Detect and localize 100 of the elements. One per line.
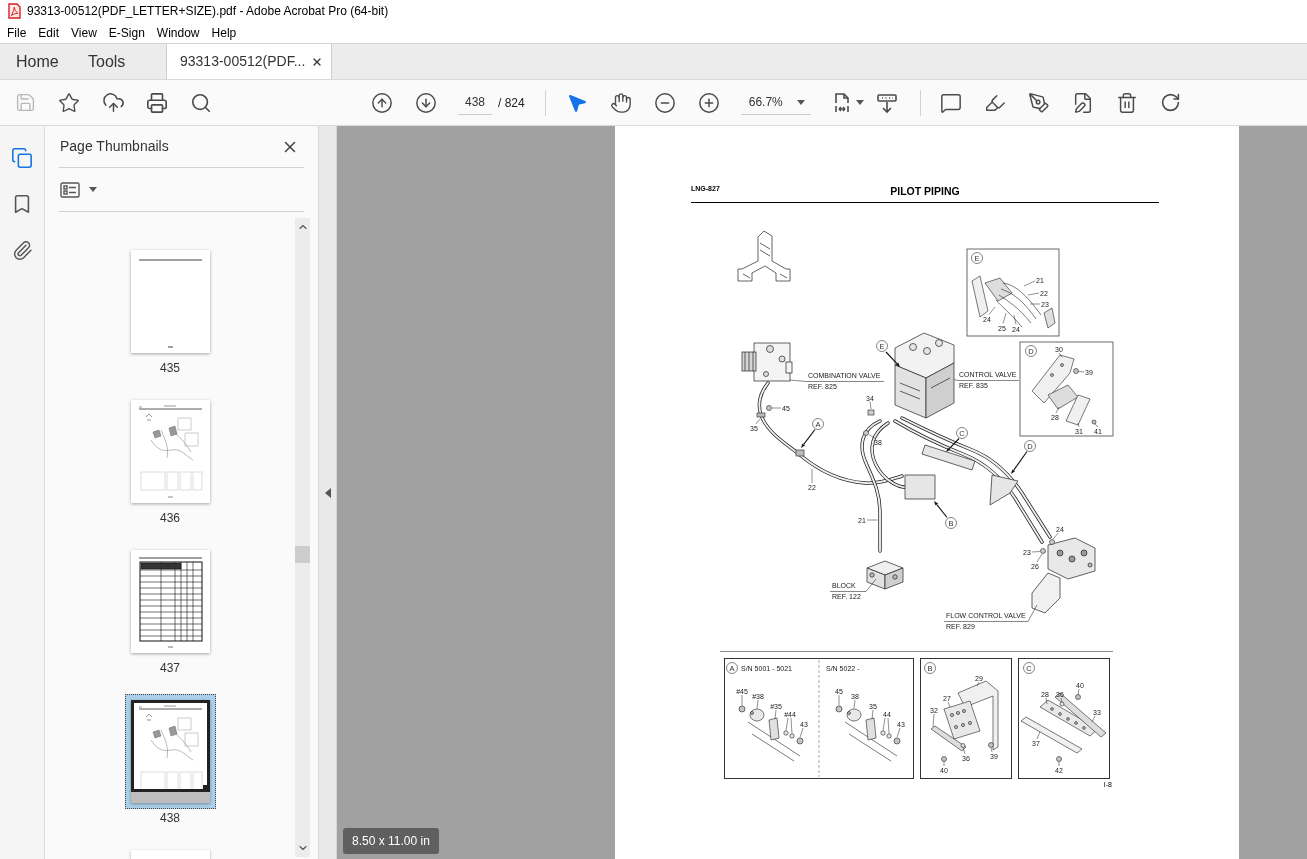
leader-line [811, 468, 813, 484]
leader-line [988, 306, 996, 315]
nut [835, 705, 843, 713]
zoom-dropdown[interactable]: 66.7% [740, 90, 811, 115]
tab[interactable]: 93313-00512(PDF... [166, 44, 332, 79]
leader-line [869, 401, 872, 410]
nut [988, 742, 994, 748]
menu-item[interactable]: Edit [38, 25, 60, 40]
leader-line [1094, 423, 1099, 428]
page-number-label: 436 [160, 511, 180, 525]
zoom-in-icon [697, 91, 720, 114]
collapse-arrow-icon[interactable] [324, 487, 331, 498]
menu-item[interactable]: File [7, 25, 27, 40]
page-number-field[interactable]: 438 [458, 90, 492, 115]
leader-arrow [946, 437, 960, 452]
hydraulic-hose [1002, 282, 1042, 316]
leader-line [871, 709, 874, 720]
leader-line [868, 434, 876, 439]
leader-line [990, 747, 993, 753]
mounting-bracket [1031, 354, 1075, 404]
leader-line [774, 709, 777, 720]
leader-line [1055, 406, 1060, 414]
scroll-mode-icon [875, 91, 898, 114]
leader-line [1077, 422, 1080, 428]
leader-line [947, 701, 951, 708]
leader-line [1078, 371, 1085, 373]
menu-item[interactable]: Window [156, 25, 200, 40]
leader-line [1023, 280, 1036, 287]
mounting-bracket [989, 474, 1019, 506]
hose-clamp [795, 449, 805, 457]
leader-line [799, 727, 804, 738]
hydraulic-block [866, 560, 904, 590]
nut [1056, 756, 1062, 762]
pen-nib-icon [1027, 91, 1050, 114]
tab[interactable]: Home [0, 44, 74, 79]
bracket-plate [957, 680, 999, 751]
menu-item[interactable]: E-Sign [108, 25, 145, 40]
zoom-out-icon [653, 91, 676, 114]
caret-icon [796, 99, 805, 105]
star-icon [58, 91, 80, 114]
page-number-label: 437 [160, 661, 180, 675]
leader-line [771, 407, 782, 409]
clamp-bar [1054, 692, 1107, 738]
panel-title: Page Thumbnails [60, 137, 169, 156]
hose-clamp [756, 412, 766, 418]
leader-line [1013, 314, 1017, 325]
leader-line [755, 418, 761, 425]
leader-line [932, 713, 935, 728]
panel-options-button[interactable] [60, 181, 97, 198]
grommet [846, 708, 862, 722]
page-number-label: 435 [160, 361, 180, 375]
window-title: 93313-00512(PDF_LETTER+SIZE).pdf - Adobe Acrobat Pro (64-bit) [27, 4, 389, 18]
leader-arrow [885, 351, 900, 367]
clamp-block [943, 700, 981, 740]
menu-item[interactable]: View [71, 25, 97, 40]
trash-icon [1115, 91, 1138, 114]
page-heading: PILOT PIPING [890, 185, 960, 197]
scrollbar-thumb[interactable] [295, 546, 310, 563]
caret-icon [89, 187, 97, 192]
leader-line [1036, 731, 1041, 740]
cloud-upload-icon [101, 91, 125, 114]
arrow-down-circle-icon [415, 91, 437, 114]
leader-line [1029, 303, 1041, 305]
hose-clamp [768, 717, 780, 741]
hose-clamp [865, 717, 877, 741]
leader-line [838, 694, 840, 706]
clamp-strip [930, 725, 967, 752]
washer [1059, 701, 1065, 707]
list-options-icon [60, 181, 80, 198]
machine-orientation-drawing [737, 230, 791, 282]
rotate-icon [1160, 92, 1182, 113]
leader-line [896, 727, 901, 738]
nut [893, 737, 901, 745]
leader-line [1027, 292, 1040, 296]
thumbnail-item[interactable] [124, 694, 216, 809]
leader-line [756, 699, 759, 709]
arrow-up-circle-icon [371, 91, 393, 114]
mounting-plate [971, 275, 989, 318]
leader-line [1091, 715, 1096, 723]
search-icon [190, 91, 212, 114]
hydraulic-hose [844, 721, 898, 762]
leader-line [1002, 312, 1007, 324]
tab[interactable]: Tools [74, 44, 166, 79]
leader-line [962, 747, 966, 755]
hydraulic-hose [995, 299, 1023, 328]
nut [941, 756, 947, 762]
washer [960, 743, 966, 748]
menu-item[interactable]: Help [211, 25, 237, 40]
leader-line [1060, 697, 1063, 703]
hydraulic-hose [747, 721, 801, 762]
caret-icon [856, 100, 865, 105]
comment-icon [939, 91, 962, 114]
nut [796, 737, 804, 745]
clamp-plate [1020, 716, 1083, 754]
leader-line [976, 681, 980, 687]
leader-arrow [1011, 450, 1028, 474]
nut [738, 705, 746, 713]
page-number-label: 438 [160, 811, 180, 825]
leader-arrow [934, 501, 948, 519]
combination-valve [741, 342, 793, 382]
